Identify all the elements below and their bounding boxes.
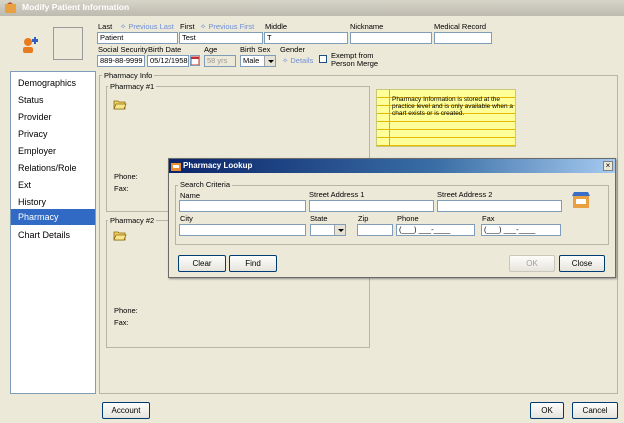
sidebar-item-relations-role[interactable]: Relations/Role [11,160,95,176]
birthsex-value: Male [243,56,260,65]
app-icon [5,2,16,13]
ssn-input[interactable]: 889-88-9999 [97,55,145,67]
patient-icon [23,37,38,53]
city-input[interactable] [179,224,306,236]
fax-label: Fax [482,214,495,223]
state-select[interactable] [310,224,346,236]
dialog-close-button[interactable]: Close [559,255,605,272]
pharmacy1-legend: Pharmacy #1 [108,82,157,91]
state-label: State [310,214,328,223]
previous-first-text: Previous First [208,22,255,31]
phone-input[interactable]: (___) ___-____ [396,224,475,236]
cancel-button[interactable]: Cancel [572,402,618,419]
folder-open-icon[interactable] [113,98,127,110]
name-input[interactable] [179,200,306,212]
birthsex-label: Birth Sex [240,45,271,54]
clear-button[interactable]: Clear [178,255,226,272]
first-label: First [180,22,195,31]
zip-input[interactable] [357,224,393,236]
street1-input[interactable] [309,200,434,212]
name-label: Name [180,191,201,200]
sidebar-item-employer[interactable]: Employer [11,143,95,159]
close-icon[interactable]: × [603,161,613,171]
window-title: Modify Patient Information [22,2,130,12]
sidebar-item-demographics[interactable]: Demographics [11,75,95,91]
age-label: Age [204,45,218,54]
dialog-titlebar: Pharmacy Lookup × [169,159,615,173]
medical-record-label: Medical Record [434,22,487,31]
note-margin-line [389,90,390,146]
last-label: Last [98,22,113,31]
account-button[interactable]: Account [102,402,150,419]
fax-input[interactable]: (___) ___-____ [481,224,561,236]
sidebar-item-pharmacy[interactable]: Pharmacy [11,209,95,225]
nickname-label: Nickname [350,22,384,31]
dialog-title: Pharmacy Lookup [183,161,253,170]
note-text: Pharmacy Information is stored at the pr… [392,96,514,117]
dialog-ok-button: OK [509,255,555,272]
zip-label: Zip [358,214,369,223]
sidebar-item-ext[interactable]: Ext [11,177,95,193]
ssn-label: Social Security [98,45,148,54]
details-text: Details [290,56,314,65]
folder-open-icon[interactable] [113,229,127,241]
calendar-button[interactable] [190,55,200,66]
middle-name-input[interactable]: T [264,32,348,44]
calendar-icon [190,56,200,66]
city-label: City [180,214,193,223]
exempt-label-line2: Person Merge [331,59,379,68]
pharmacy2-legend: Pharmacy #2 [108,216,157,225]
store-icon [572,192,590,208]
sidebar-item-history[interactable]: History [11,194,95,210]
pharmacy2-phone-label: Phone: [114,306,138,315]
ok-button[interactable]: OK [530,402,564,419]
street2-label: Street Address 2 [437,190,493,199]
birthdate-input[interactable]: 05/12/1958 [147,55,189,67]
sidebar-nav: Demographics Status Provider Privacy Emp… [10,71,96,394]
pharmacy-icon [171,163,181,171]
search-criteria-group [175,185,609,245]
gender-label: Gender [280,45,306,54]
chevron-down-icon [334,225,345,235]
previous-first-link[interactable]: ✧ Previous First [200,22,254,31]
sidebar-item-status[interactable]: Status [11,92,95,108]
window-titlebar: Modify Patient Information [0,0,624,16]
exempt-checkbox[interactable] [319,55,327,63]
last-name-input[interactable]: Patient [97,32,178,44]
first-name-input[interactable]: Test [179,32,263,44]
phone-label: Phone [397,214,419,223]
pharmacy-lookup-dialog: Pharmacy Lookup × Search Criteria Name S… [168,158,616,278]
middle-label: Middle [265,22,288,31]
street1-label: Street Address 1 [309,190,365,199]
details-link[interactable]: ✧ Details [282,56,313,65]
pharmacy1-fax-label: Fax: [114,184,129,193]
search-criteria-legend: Search Criteria [178,180,233,189]
medical-record-input[interactable] [434,32,492,44]
pharmacy-info-legend: Pharmacy Info [102,71,155,80]
sidebar-item-provider[interactable]: Provider [11,109,95,125]
sidebar-item-privacy[interactable]: Privacy [11,126,95,142]
age-input: 58 yrs [204,55,236,67]
info-note: Pharmacy Information is stored at the pr… [376,89,516,147]
street2-input[interactable] [437,200,562,212]
birthdate-label: Birth Date [148,45,182,54]
sidebar-item-chart-details[interactable]: Chart Details [11,227,95,243]
find-button[interactable]: Find [229,255,277,272]
previous-last-link[interactable]: ✧ Previous Last [120,22,174,31]
chevron-down-icon [264,56,275,66]
previous-last-text: Previous Last [128,22,174,31]
patient-photo[interactable] [53,27,83,60]
birthsex-select[interactable]: Male [240,55,276,67]
pharmacy2-fax-label: Fax: [114,318,129,327]
nickname-input[interactable] [350,32,432,44]
pharmacy1-phone-label: Phone: [114,172,138,181]
